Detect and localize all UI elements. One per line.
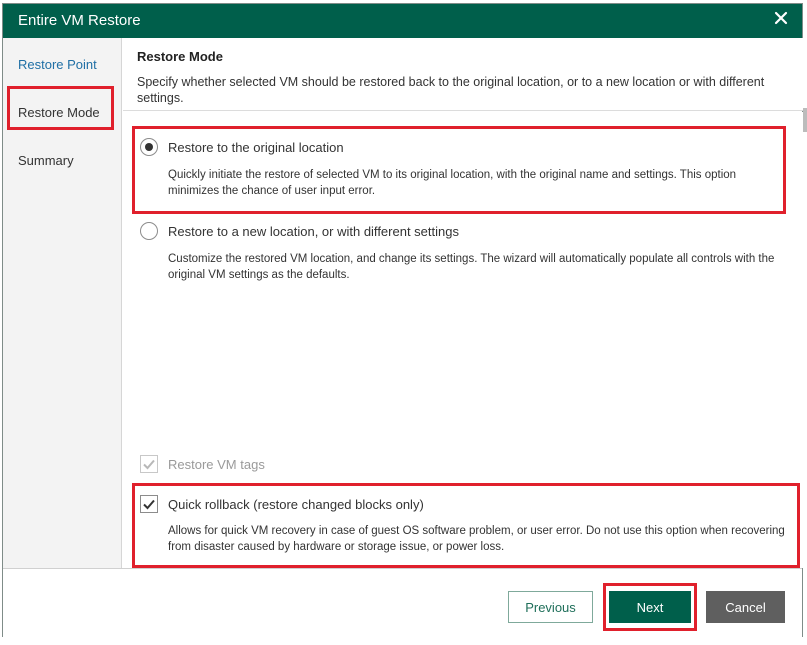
radio-restore-new-location[interactable]: Restore to a new location, or with diffe… — [140, 222, 459, 240]
option-new-location-description: Customize the restored VM location, and … — [168, 253, 775, 281]
wizard-footer: Previous Next Cancel — [3, 568, 802, 638]
previous-button[interactable]: Previous — [508, 591, 593, 623]
option-original-description: Quickly initiate the restore of selected… — [168, 169, 737, 197]
radio-button-unchecked[interactable] — [140, 222, 158, 240]
close-icon[interactable] — [774, 11, 788, 25]
checkbox-checked[interactable] — [140, 495, 158, 513]
option-original-label: Restore to the original location — [168, 139, 344, 155]
wizard-steps-sidebar: Restore Point Restore Mode Summary — [3, 38, 122, 568]
option-new-location-label: Restore to a new location, or with diffe… — [168, 223, 459, 239]
title-bar: Entire VM Restore — [3, 4, 802, 38]
sidebar-item-summary[interactable]: Summary — [18, 153, 74, 168]
window-title: Entire VM Restore — [18, 12, 141, 29]
radio-restore-original[interactable]: Restore to the original location — [140, 138, 344, 156]
quick-rollback-label: Quick rollback (restore changed blocks o… — [168, 496, 424, 512]
restore-mode-content: Restore to the original location Quickly… — [123, 112, 804, 568]
page-title: Restore Mode — [137, 49, 223, 64]
next-button[interactable]: Next — [609, 591, 691, 623]
quick-rollback-description: Allows for quick VM recovery in case of … — [168, 525, 785, 553]
page-description: Specify whether selected VM should be re… — [137, 75, 765, 105]
checkbox-restore-vm-tags: Restore VM tags — [140, 455, 265, 473]
radio-button-checked[interactable] — [140, 138, 158, 156]
checkbox-quick-rollback[interactable]: Quick rollback (restore changed blocks o… — [140, 495, 424, 513]
restore-vm-tags-label: Restore VM tags — [168, 456, 265, 472]
checkmark-icon — [143, 499, 155, 510]
entire-vm-restore-dialog: Entire VM Restore Restore Point Restore … — [2, 3, 804, 638]
page-header: Restore Mode Specify whether selected VM… — [123, 38, 804, 111]
checkbox-disabled-checked — [140, 455, 158, 473]
sidebar-item-restore-point[interactable]: Restore Point — [18, 57, 97, 72]
highlight-box-restore-mode — [7, 86, 114, 130]
cancel-button[interactable]: Cancel — [706, 591, 785, 623]
checkmark-icon — [143, 459, 155, 470]
background-window-edge — [803, 108, 807, 132]
